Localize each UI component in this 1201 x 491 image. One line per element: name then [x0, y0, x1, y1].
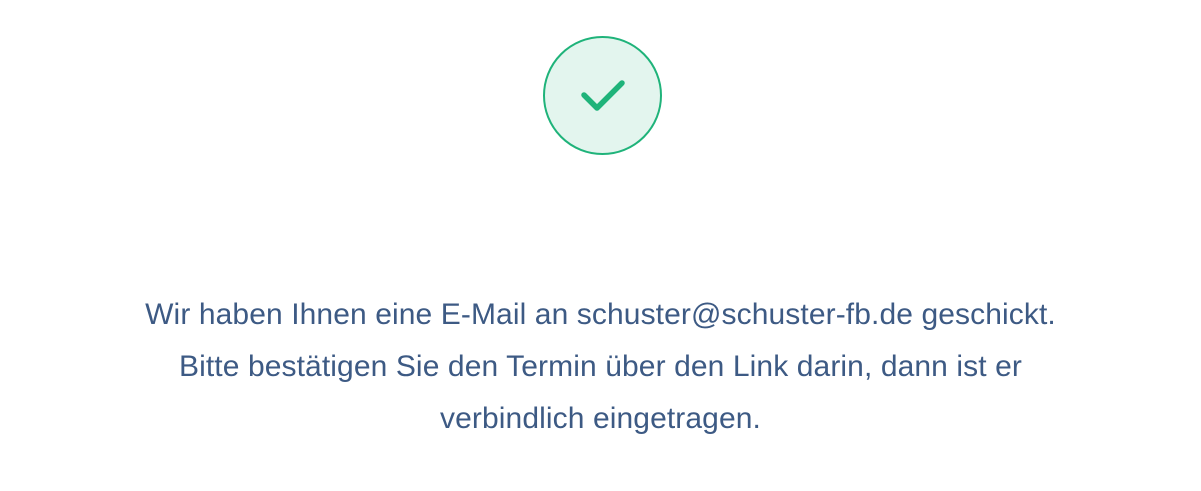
message-line-1: Wir haben Ihnen eine E-Mail an schuster@…: [145, 298, 1056, 331]
confirmation-panel: Wir haben Ihnen eine E-Mail an schuster@…: [0, 0, 1201, 491]
checkmark-icon: [580, 79, 626, 113]
success-badge: [543, 36, 662, 155]
confirmation-message: Wir haben Ihnen eine E-Mail an schuster@…: [60, 289, 1141, 445]
message-line-2: Bitte bestätigen Sie den Termin über den…: [178, 350, 1023, 383]
message-line-3: verbindlich eingetragen.: [440, 402, 761, 435]
